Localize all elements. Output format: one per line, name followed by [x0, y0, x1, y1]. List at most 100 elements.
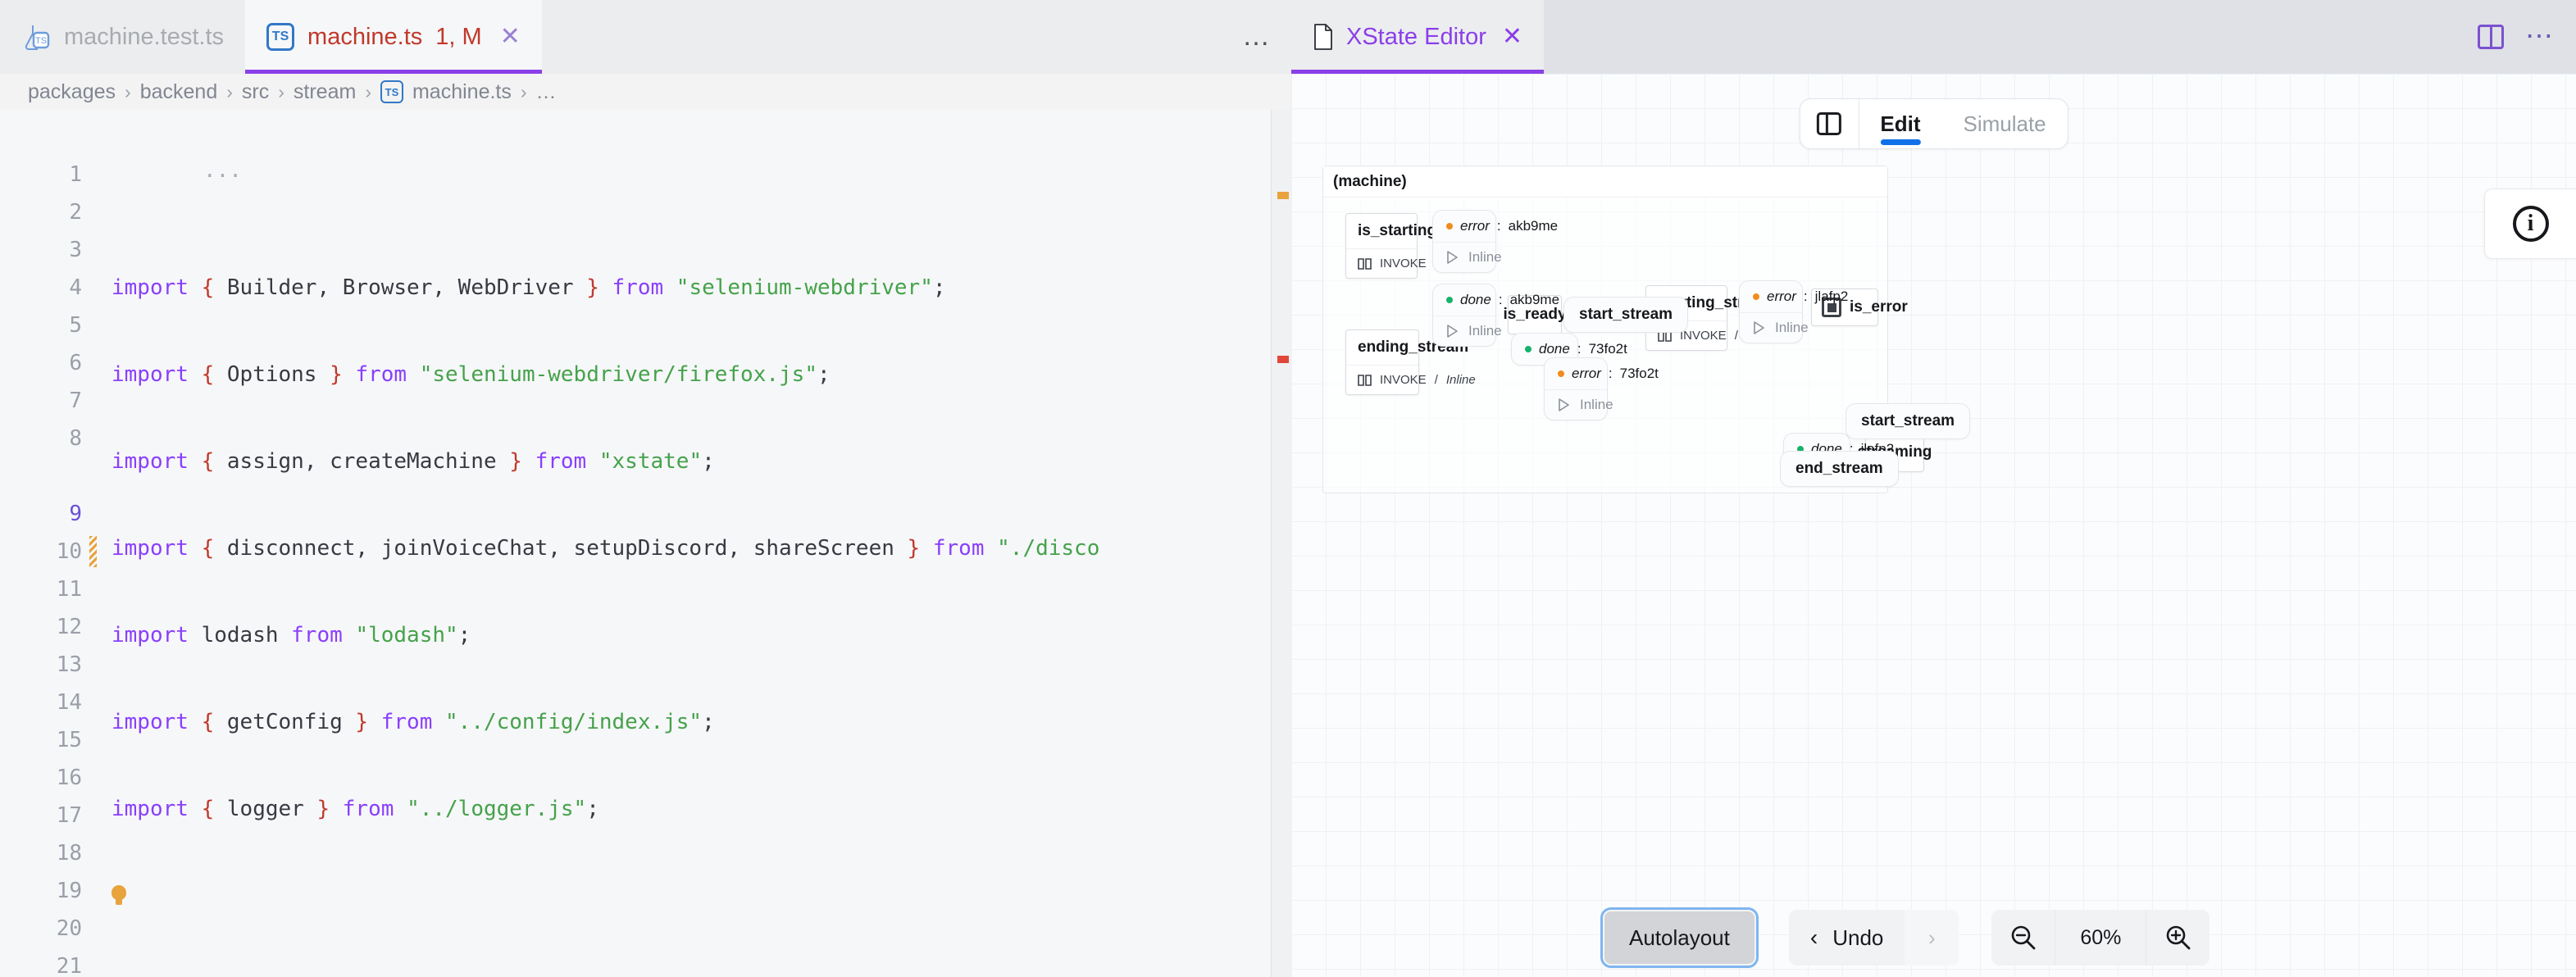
line-number: 11 — [56, 577, 82, 602]
editor-tab-machine-test[interactable]: TS machine.test.ts — [0, 0, 246, 74]
breadcrumb: packages › backend › src › stream › TS m… — [0, 74, 1291, 110]
zoom-out-button[interactable] — [1991, 910, 2056, 966]
event-pill-error-73fo2t[interactable]: error: 73fo2t Inline — [1544, 357, 1659, 420]
breadcrumb-item-backend[interactable]: backend — [140, 80, 218, 104]
editor-tab-machine-ts[interactable]: TS machine.ts 1, M ✕ — [245, 0, 542, 74]
event-pill-error-akb9me[interactable]: error: akb9me Inline — [1432, 210, 1558, 273]
line-number: 20 — [56, 916, 82, 941]
event-pill-header: error: akb9me — [1433, 211, 1558, 243]
split-editor-icon[interactable] — [2478, 25, 2504, 49]
tab-edit[interactable]: Edit — [1859, 99, 1941, 148]
editor-tab-badge: 1, M — [435, 23, 482, 50]
zoom-level-value[interactable]: 60% — [2055, 910, 2146, 966]
event-pill-action: Inline — [1433, 243, 1502, 272]
app-root: TS machine.test.ts TS machine.ts 1, M ✕ … — [0, 0, 2576, 977]
overview-ruler[interactable] — [1272, 110, 1291, 977]
tabbar-spacer — [542, 0, 1222, 74]
event-label: akb9me — [1508, 218, 1559, 234]
overview-warning-mark — [1277, 192, 1289, 199]
event-pill-header: error: jlafp2 — [1740, 281, 1848, 313]
action-label: Inline — [1580, 397, 1613, 412]
invoke-separator: / — [1434, 373, 1438, 387]
code-line-8 — [97, 877, 1291, 915]
error-dot-icon — [1558, 370, 1564, 377]
info-button[interactable]: i — [2484, 189, 2576, 259]
tab-simulate[interactable]: Simulate — [1941, 99, 2067, 148]
event-colon: : — [1608, 366, 1613, 381]
line-number: 1 — [69, 162, 82, 187]
folded-region-indicator[interactable]: ··· — [97, 166, 1291, 195]
breadcrumb-item-packages[interactable]: packages — [28, 80, 116, 104]
undo-label: Undo — [1832, 925, 1884, 950]
xstate-editor-pane: XState Editor ✕ ⋯ Edit Simulate (machine… — [1291, 0, 2576, 977]
line-number: 19 — [56, 879, 82, 903]
codelens-row-spacer — [0, 457, 97, 495]
line-number: 12 — [56, 615, 82, 639]
zoom-in-button[interactable] — [2146, 910, 2210, 966]
event-label: jlafp2 — [1814, 289, 1849, 304]
toggle-panel-button[interactable] — [1800, 99, 1859, 148]
autolayout-button[interactable]: Autolayout — [1600, 907, 1759, 968]
redo-button[interactable]: › — [1905, 910, 1959, 966]
code-viewport[interactable]: 1 2 3 4 5 6 7 8 9 10 11 12 13 14 15 16 1… — [0, 110, 1291, 977]
invoke-label: INVOKE — [1680, 329, 1727, 343]
line-number: 7 — [69, 389, 82, 413]
line-number: 6 — [69, 351, 82, 375]
invoke-label: INVOKE — [1380, 257, 1427, 270]
line-number: 21 — [56, 954, 82, 977]
error-dot-icon — [1753, 293, 1759, 300]
line-number: 3 — [69, 238, 82, 262]
breadcrumb-item-machine-ts[interactable]: machine.ts — [412, 80, 512, 104]
event-kind: error — [1767, 289, 1796, 304]
transition-pill-start-stream-loop[interactable]: start_stream — [1846, 403, 1971, 439]
breadcrumb-item-stream[interactable]: stream — [294, 80, 356, 104]
line-number: 15 — [56, 728, 82, 752]
event-pill-header: done: akb9me — [1433, 284, 1559, 316]
invoke-icon — [1358, 257, 1372, 270]
action-play-icon — [1446, 251, 1459, 264]
code-line-4: import { disconnect, joinVoiceChat, setu… — [112, 536, 1100, 561]
state-node-is-starting[interactable]: is_starting INVOKE / Inline — [1345, 213, 1476, 279]
xstate-editor-tab[interactable]: XState Editor ✕ — [1291, 0, 1545, 74]
state-node-name: is_error — [1850, 298, 1908, 316]
event-pill-header: error: 73fo2t — [1545, 358, 1659, 390]
event-colon: : — [1803, 289, 1808, 304]
code-editor-pane: TS machine.test.ts TS machine.ts 1, M ✕ … — [0, 0, 1291, 977]
transition-pill-start-stream[interactable]: start_stream — [1563, 297, 1689, 333]
xstate-tabbar: XState Editor ✕ ⋯ — [1291, 0, 2576, 74]
event-label: akb9me — [1509, 292, 1560, 307]
state-node-ending-stream[interactable]: ending_stream INVOKE / Inline — [1345, 329, 1476, 395]
zoom-control-group: 60% — [1991, 910, 2210, 966]
chevron-right-icon: › — [520, 80, 527, 102]
event-pill-action: Inline — [1433, 316, 1502, 346]
canvas-bottom-toolbar: Autolayout ‹ Undo › 60% — [1291, 898, 2576, 977]
close-icon[interactable]: ✕ — [500, 25, 521, 49]
action-play-icon — [1446, 325, 1459, 338]
more-actions-icon[interactable]: ⋯ — [2525, 23, 2555, 50]
close-icon[interactable]: ✕ — [1502, 25, 1522, 49]
breadcrumb-item-src[interactable]: src — [242, 80, 269, 104]
event-kind: done — [1460, 292, 1491, 307]
code-text[interactable]: ··· import { Builder, Browser, WebDriver… — [97, 110, 1291, 977]
statechart-canvas[interactable]: Edit Simulate (machine) is_starting INVO… — [1291, 74, 2576, 977]
svg-text:TS: TS — [35, 36, 47, 46]
event-colon: : — [1498, 292, 1503, 307]
editor-more-actions-icon[interactable]: … — [1222, 0, 1291, 74]
invoke-icon — [1358, 374, 1372, 386]
invoke-source: Inline — [1445, 373, 1476, 387]
event-pill-done-akb9me[interactable]: done: akb9me Inline — [1432, 284, 1559, 347]
undo-button[interactable]: ‹ Undo — [1789, 910, 1905, 966]
transition-pill-end-stream[interactable]: end_stream — [1780, 451, 1899, 487]
panel-layout-icon — [1816, 112, 1841, 135]
undo-redo-group: ‹ Undo › — [1788, 910, 1959, 966]
action-label: Inline — [1468, 323, 1502, 339]
line-number-gutter: 1 2 3 4 5 6 7 8 9 10 11 12 13 14 15 16 1… — [0, 110, 97, 977]
invoke-label: INVOKE — [1380, 373, 1427, 387]
line-number: 14 — [56, 690, 82, 715]
action-label: Inline — [1775, 320, 1809, 335]
error-dot-icon — [1446, 223, 1453, 229]
lightbulb-icon[interactable] — [112, 885, 126, 907]
editor-tabbar: TS machine.test.ts TS machine.ts 1, M ✕ … — [0, 0, 1291, 74]
breadcrumb-item-overflow[interactable]: … — [536, 80, 557, 104]
event-pill-error-jlafp2[interactable]: error: jlafp2 Inline — [1739, 280, 1848, 343]
